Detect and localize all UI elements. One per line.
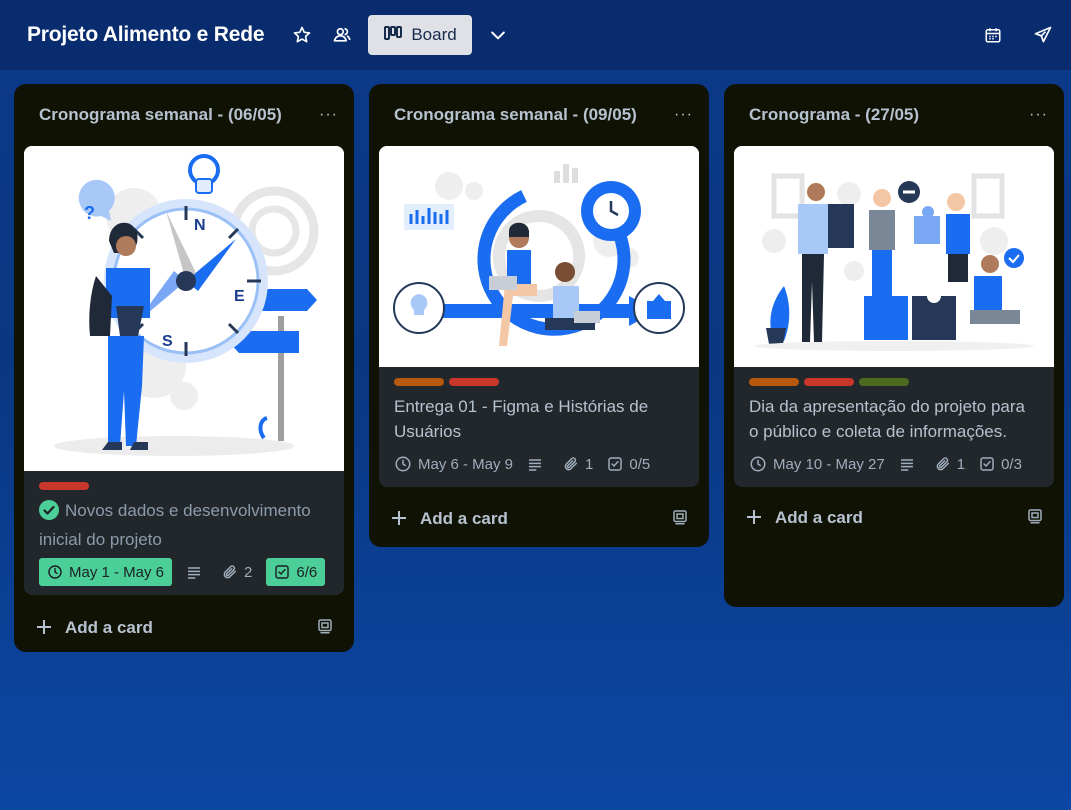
svg-text:E: E [234, 288, 245, 305]
description-badge [899, 450, 921, 478]
add-card-button[interactable]: Add a card [24, 595, 344, 661]
card[interactable]: ? N E S Novos dados e desenvolvimento in… [24, 146, 344, 595]
checklist-icon [980, 457, 994, 471]
list-column: Cronograma semanal - (06/05) ··· ? N E S… [14, 84, 354, 652]
card-badges: May 1 - May 6 2 6/6 [39, 558, 329, 586]
description-badge [527, 450, 549, 478]
plus-icon [36, 618, 56, 638]
checklist-badge: 0/5 [607, 450, 650, 478]
create-from-template-icon[interactable] [316, 617, 334, 640]
due-date-badge[interactable]: May 10 - May 27 [749, 450, 885, 478]
list-title[interactable]: Cronograma - (27/05) [749, 105, 919, 125]
card[interactable]: Entrega 01 - Figma e Histórias de Usuári… [379, 146, 699, 487]
attachments-count: 2 [244, 563, 253, 581]
card-title: Dia da apresentação do projeto para o pú… [749, 397, 1025, 441]
card-body: Entrega 01 - Figma e Histórias de Usuári… [379, 367, 699, 487]
card-cover-image [734, 146, 1054, 367]
label-red[interactable] [804, 378, 854, 386]
board-view-icon [384, 25, 403, 45]
checklist-count: 0/3 [1001, 455, 1022, 473]
checklist-badge: 6/6 [266, 558, 326, 586]
card-cover-image [379, 146, 699, 367]
power-ups-icon[interactable] [1027, 19, 1059, 51]
checklist-badge: 0/3 [979, 450, 1022, 478]
card-badges: May 6 - May 9 1 0/5 [394, 450, 684, 478]
label-green[interactable] [859, 378, 909, 386]
clock-icon [395, 456, 411, 472]
due-date-text: May 1 - May 6 [69, 563, 165, 581]
list-header: Cronograma semanal - (09/05) ··· [379, 84, 699, 146]
add-card-label: Add a card [775, 508, 863, 527]
description-badge [186, 558, 208, 586]
card-badges: May 10 - May 27 1 0/3 [749, 450, 1039, 478]
card[interactable]: Dia da apresentação do projeto para o pú… [734, 146, 1054, 487]
checklist-icon [608, 457, 623, 471]
board-header: Projeto Alimento e Rede Board [0, 0, 1071, 70]
card-title: Entrega 01 - Figma e Histórias de Usuári… [394, 397, 649, 441]
attachments-badge: 2 [222, 558, 252, 586]
svg-text:S: S [162, 333, 173, 350]
add-card-button[interactable]: Add a card [734, 487, 1054, 549]
list-menu-button[interactable]: ··· [1029, 106, 1048, 124]
list-header: Cronograma semanal - (06/05) ··· [24, 84, 344, 146]
label-red[interactable] [39, 482, 89, 490]
clock-icon [750, 456, 766, 472]
description-icon [188, 567, 201, 579]
attachments-badge: 1 [935, 450, 965, 478]
attachments-count: 1 [585, 455, 594, 473]
attachments-badge: 1 [563, 450, 593, 478]
description-icon [900, 459, 913, 471]
card-body: Dia da apresentação do projeto para o pú… [734, 367, 1054, 487]
complete-check-icon[interactable] [39, 500, 59, 527]
checklist-count: 0/5 [629, 455, 651, 473]
svg-text:N: N [194, 217, 206, 234]
card-labels [394, 378, 684, 386]
card-title-text: Novos dados e desenvolvimento inicial do… [39, 501, 311, 549]
list-column: Cronograma - (27/05) ··· Dia da apresent… [724, 84, 1064, 607]
due-date-badge[interactable]: May 1 - May 6 [39, 558, 173, 586]
add-card-label: Add a card [65, 618, 153, 637]
list-title[interactable]: Cronograma semanal - (06/05) [39, 105, 282, 125]
chevron-down-icon[interactable] [482, 19, 514, 51]
clock-icon [48, 565, 62, 579]
plus-icon [391, 509, 411, 529]
add-card-label: Add a card [420, 509, 508, 528]
due-date-text: May 10 - May 27 [773, 455, 885, 473]
board-view-label: Board [411, 25, 457, 44]
plus-icon [746, 508, 766, 528]
paperclip-icon [936, 457, 949, 471]
label-orange[interactable] [749, 378, 799, 386]
create-from-template-icon[interactable] [671, 508, 689, 531]
list-title[interactable]: Cronograma semanal - (09/05) [394, 105, 637, 125]
list-column: Cronograma semanal - (09/05) ··· Entrega… [369, 84, 709, 547]
card-title: Novos dados e desenvolvimento inicial do… [39, 498, 329, 552]
due-date-text: May 6 - May 9 [418, 455, 514, 473]
list-menu-button[interactable]: ··· [674, 106, 693, 124]
checklist-count: 6/6 [296, 563, 318, 581]
checklist-icon [275, 565, 290, 579]
list-menu-button[interactable]: ··· [319, 106, 338, 124]
svg-text:?: ? [84, 203, 95, 223]
paperclip-icon [223, 565, 237, 579]
due-date-badge[interactable]: May 6 - May 9 [394, 450, 513, 478]
star-icon[interactable] [286, 19, 318, 51]
card-body: Novos dados e desenvolvimento inicial do… [24, 471, 344, 595]
paperclip-icon [564, 457, 578, 471]
list-header: Cronograma - (27/05) ··· [734, 84, 1054, 146]
board-view-button[interactable]: Board [368, 15, 473, 55]
attachments-count: 1 [956, 455, 966, 473]
label-red[interactable] [449, 378, 499, 386]
workspace-visible-icon[interactable] [326, 19, 358, 51]
label-orange[interactable] [394, 378, 444, 386]
card-labels [749, 378, 1039, 386]
description-icon [529, 459, 542, 471]
card-cover-image: ? N E S [24, 146, 344, 471]
create-from-template-icon[interactable] [1026, 507, 1044, 530]
board-title[interactable]: Projeto Alimento e Rede [27, 23, 265, 47]
calendar-icon[interactable] [977, 19, 1009, 51]
card-labels [39, 482, 329, 490]
add-card-button[interactable]: Add a card [379, 487, 699, 551]
